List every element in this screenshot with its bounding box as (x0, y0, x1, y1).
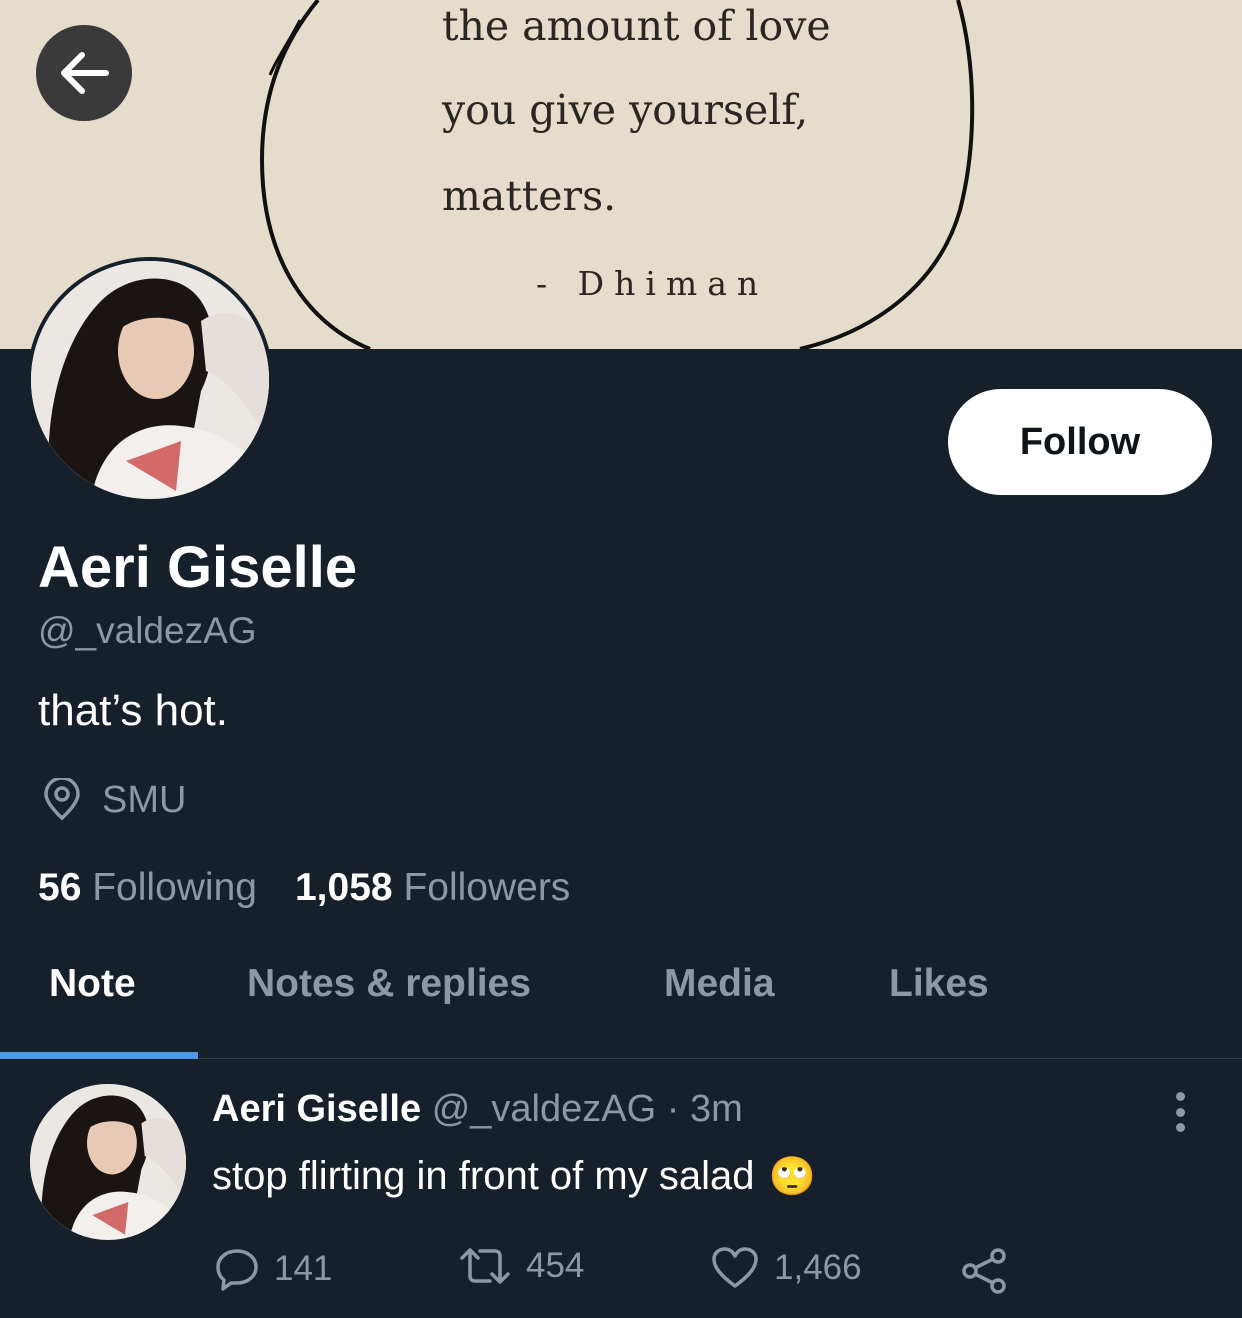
retweet-action[interactable]: 454 (458, 1246, 584, 1286)
followers-count: 1,058 (294, 866, 393, 909)
following-count: 56 (38, 866, 82, 909)
tweet-text-content: stop flirting in front of my salad (212, 1154, 755, 1198)
retweet-icon (460, 1248, 510, 1284)
tab-notes-and-replies[interactable]: Notes & replies (247, 962, 531, 1006)
banner-quote-line-2: you give yourself, (442, 86, 809, 134)
followers-label: Followers (403, 866, 571, 909)
profile-location: SMU (40, 778, 186, 822)
tab-likes[interactable]: Likes (889, 962, 989, 1006)
following-label: Following (92, 866, 257, 909)
share-icon (962, 1248, 1006, 1294)
banner-quote-line-1: the amount of love (442, 2, 831, 50)
profile-name: Aeri Giselle (38, 535, 358, 600)
avatar-image (31, 261, 269, 499)
tweet-text: stop flirting in front of my salad 🙄 (212, 1154, 816, 1199)
like-count: 1,466 (774, 1248, 862, 1287)
profile-bio: that’s hot. (38, 686, 228, 735)
share-action[interactable] (960, 1246, 1010, 1296)
banner-quote-line-3: matters. (442, 172, 617, 220)
tweet-time[interactable]: 3m (690, 1088, 743, 1130)
tweet-author-handle[interactable]: @_valdezAG (432, 1088, 656, 1130)
reply-action[interactable]: 141 (214, 1246, 332, 1292)
like-icon (712, 1247, 758, 1288)
more-options-icon[interactable] (1166, 1092, 1194, 1132)
follow-button[interactable]: Follow (948, 389, 1212, 495)
reply-icon (216, 1249, 258, 1291)
location-text: SMU (102, 778, 187, 821)
tweet-header: Aeri Giselle @_valdezAG · 3m (212, 1088, 743, 1131)
tweet-avatar[interactable] (30, 1084, 186, 1240)
profile-handle: @_valdezAG (38, 610, 257, 651)
profile-avatar[interactable] (27, 257, 273, 503)
tab-note[interactable]: Note (49, 962, 136, 1006)
like-action[interactable]: 1,466 (710, 1246, 862, 1290)
reply-count: 141 (274, 1249, 333, 1288)
followers-stat[interactable]: 1,058 Followers (295, 866, 570, 910)
tweet-avatar-image (30, 1084, 186, 1240)
active-tab-indicator (0, 1052, 198, 1059)
eye-roll-emoji: 🙄 (768, 1155, 816, 1198)
following-stat[interactable]: 56 Following (38, 866, 257, 910)
back-button[interactable] (36, 25, 132, 121)
follow-stats: 56 Following 1,058 Followers (38, 866, 570, 910)
location-pin-icon (44, 778, 80, 821)
back-arrow-icon (61, 52, 109, 94)
tweet-author-name[interactable]: Aeri Giselle (212, 1088, 421, 1130)
retweet-count: 454 (526, 1246, 585, 1285)
tweet-separator: · (666, 1088, 680, 1130)
banner-quote-attribution: - Dhiman (536, 264, 769, 303)
tab-media[interactable]: Media (664, 962, 775, 1006)
